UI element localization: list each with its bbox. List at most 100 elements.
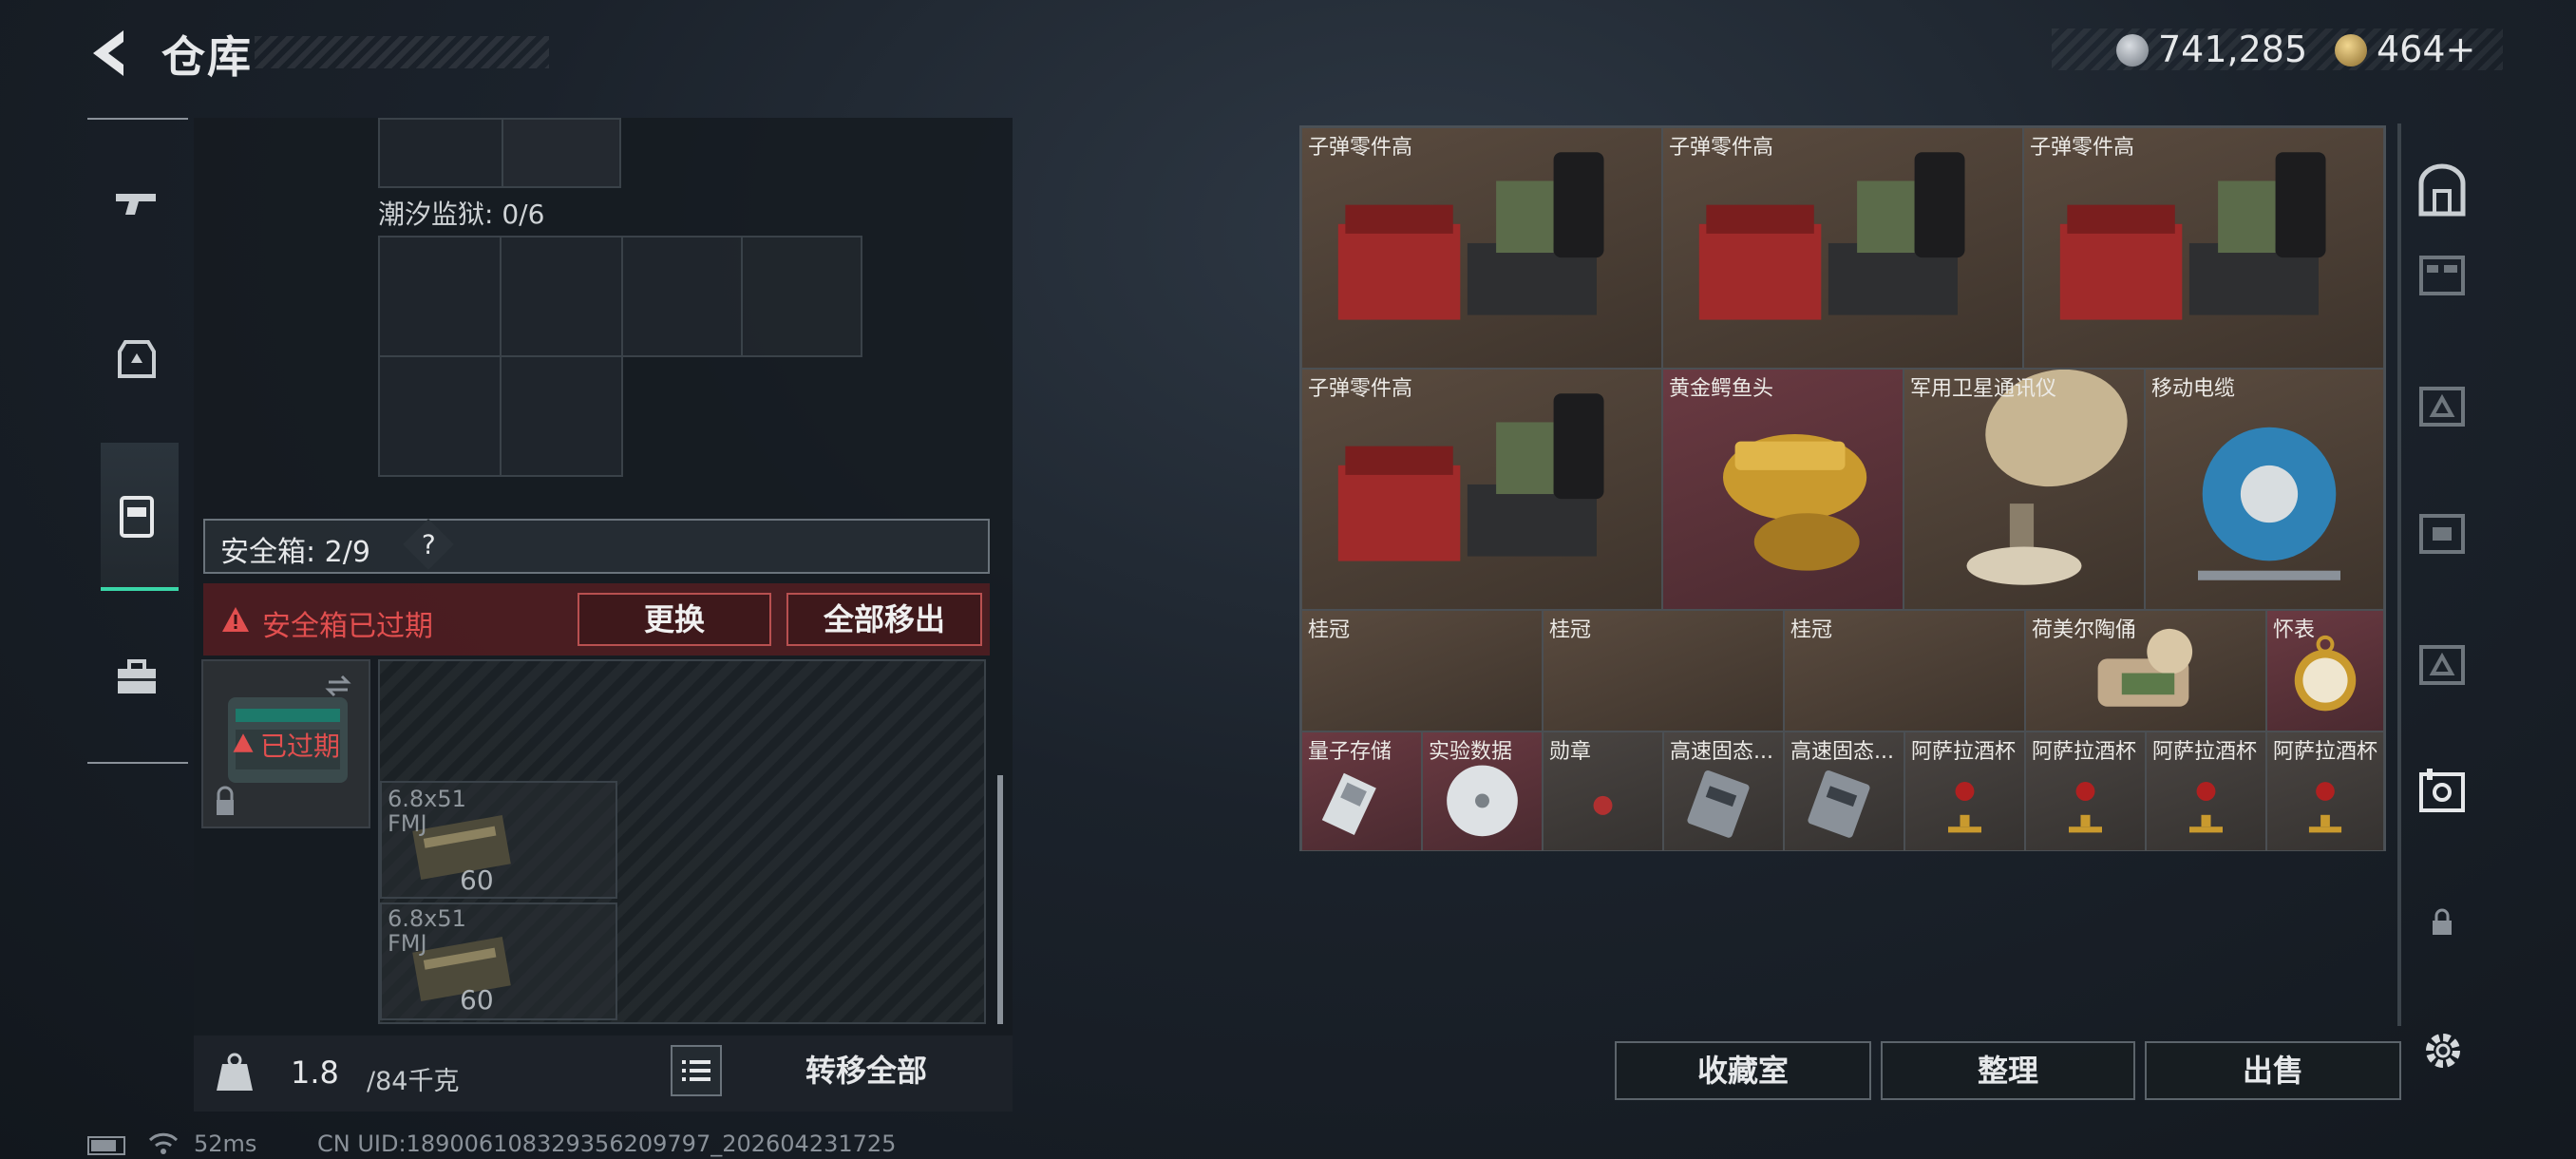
sell-button[interactable]: 出售 [2145,1041,2401,1100]
organize-button[interactable]: 整理 [1881,1041,2135,1100]
grid-cell[interactable] [500,355,623,477]
grid-cell[interactable] [378,236,502,357]
cable-reel-icon [2198,427,2340,580]
storage-item[interactable]: 黄金鳄鱼头 [1662,369,1904,610]
item-name: 阿萨拉酒杯 [1911,740,2017,764]
right-nav-storage-1[interactable] [2413,245,2472,304]
grid-cell[interactable] [502,118,621,188]
silver-currency-value: 741,285 [2158,28,2308,70]
grid-cell[interactable] [741,236,862,357]
grid-cell[interactable] [500,236,623,357]
item-name: 桂冠 [1308,618,1351,642]
storage-item[interactable]: 怀表 [2266,610,2384,732]
vault-icon [2418,163,2466,217]
safebox-label: 安全箱: 2/9 [220,536,370,569]
help-icon: ? [421,528,436,560]
storage-item[interactable]: 高速固态... [1663,732,1784,851]
item-name: 高速固态... [1790,740,1894,764]
nav-tab-weapon[interactable] [101,167,173,239]
item-name: 桂冠 [1790,618,1833,642]
storage-item[interactable]: 子弹零件高 [1662,127,2023,369]
briefcase-icon [118,659,156,694]
storage-item[interactable]: 实验数据 [1422,732,1543,851]
grid-cell[interactable] [621,236,743,357]
lock-icon [2433,908,2452,935]
list-view-button[interactable] [671,1045,722,1096]
storage-item[interactable]: 子弹零件高 [1301,127,1662,369]
nav-tab-briefcase[interactable] [101,642,173,714]
case-expired-label: 已过期 [260,731,341,762]
storage-item[interactable]: 勋章 [1543,732,1663,851]
ammo-name: 6.8x51 FMJ [388,905,466,957]
right-nav-storage-2[interactable] [2413,376,2472,435]
item-name: 量子存储 [1308,740,1392,764]
collection-room-button[interactable]: 收藏室 [1615,1041,1871,1100]
storage-item[interactable]: 子弹零件高 [2023,127,2384,369]
storage-item[interactable]: 高速固态... [1784,732,1904,851]
right-nav-storage-4[interactable] [2413,635,2472,694]
settings-gear-icon[interactable] [2418,1026,2468,1075]
ammo-parts-crate-icon [1337,393,1604,561]
user-uid: CN UID:18900610832935620979​7_2026042317… [317,1130,897,1157]
warning-icon [233,733,254,752]
back-button[interactable] [85,27,139,80]
item-name: 实验数据 [1429,740,1513,764]
nav-tab-backpack[interactable] [101,479,173,551]
item-name: 子弹零件高 [1308,136,1413,160]
storage-item[interactable]: 阿萨拉酒杯 [2025,732,2146,851]
weight-capacity: /84千克 [367,1067,460,1096]
item-name: 荷美尔陶俑 [2032,618,2137,642]
replace-button[interactable]: 更换 [578,593,771,646]
item-name: 勋章 [1549,740,1592,764]
battery-icon [87,1136,125,1155]
storage-tab-2-icon [2419,387,2465,427]
armor-icon [118,340,156,378]
back-arrow-icon [93,30,123,76]
wifi-icon [148,1132,179,1154]
gold-currency-value[interactable]: 464+ [2377,28,2475,70]
ammo-count: 60 [460,864,494,896]
ping-value: 52ms [194,1130,257,1157]
item-name: 阿萨拉酒杯 [2273,740,2378,764]
storage-item[interactable]: 阿萨拉酒杯 [1904,732,2025,851]
tide-prison-label: 潮汐监狱: 0/6 [378,199,545,230]
storage-item[interactable]: 子弹零件高 [1301,369,1662,610]
move-all-out-button[interactable]: 全部移出 [786,593,982,646]
right-nav-storage-5[interactable] [2413,762,2472,821]
ammo-parts-crate-icon [1698,152,1965,320]
item-name: 阿萨拉酒杯 [2152,740,2258,764]
ammo-count: 60 [460,984,494,1016]
storage-item[interactable]: 荷美尔陶俑 [2025,610,2266,732]
item-name: 阿萨拉酒杯 [2032,740,2137,764]
gold-croc-head-icon [1723,434,1867,571]
item-name: 桂冠 [1549,618,1592,642]
nav-tab-armor[interactable] [101,323,173,395]
right-nav-locked[interactable] [2413,893,2472,952]
list-icon [682,1060,710,1081]
storage-item[interactable]: 桂冠 [1784,610,2025,732]
storage-item[interactable]: 桂冠 [1543,610,1784,732]
right-nav-vault[interactable] [2413,162,2472,220]
storage-tab-4-icon [2419,645,2465,685]
weight-icon [217,1053,253,1091]
storage-item[interactable]: 量子存储 [1301,732,1422,851]
page-title: 仓库 [161,31,253,83]
scrollbar[interactable] [997,775,1003,1024]
storage-item[interactable]: 桂冠 [1301,610,1543,732]
storage-tab-1-icon [2419,256,2465,295]
grid-cell[interactable] [378,355,502,477]
ammo-name: 6.8x51 FMJ [388,786,466,837]
ammo-parts-crate-icon [1337,152,1604,320]
transfer-all-button[interactable]: 转移全部 [735,1043,997,1098]
title-decoration [255,36,549,68]
gold-coin-icon [2335,34,2367,66]
storage-item[interactable]: 阿萨拉酒杯 [2146,732,2266,851]
storage-item[interactable]: 阿萨拉酒杯 [2266,732,2384,851]
storage-item[interactable]: 移动电缆 [2145,369,2384,610]
item-name: 怀表 [2273,618,2316,642]
right-nav-storage-3[interactable] [2413,504,2472,562]
item-name: 移动电缆 [2151,377,2236,401]
silver-coin-icon [2116,34,2149,66]
storage-item[interactable]: 军用卫星通讯仪 [1904,369,2145,610]
right-nav-divider [2397,124,2401,1026]
